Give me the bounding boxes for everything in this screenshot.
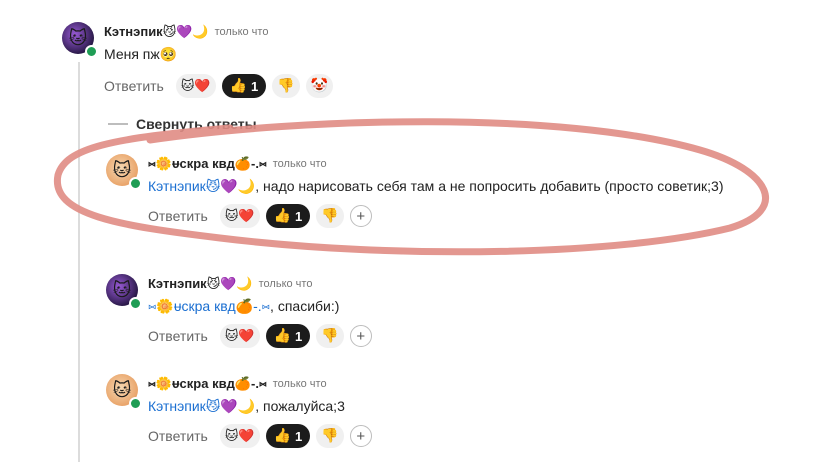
annotation-circle (53, 118, 769, 256)
